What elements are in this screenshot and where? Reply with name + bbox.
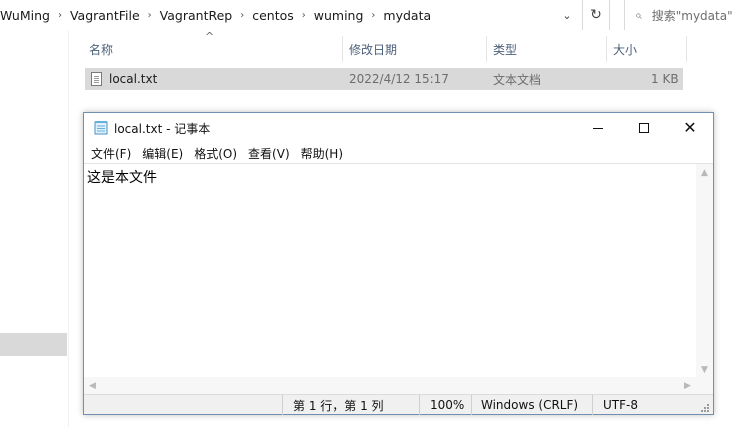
chevron-right-icon[interactable]: › bbox=[365, 10, 381, 21]
scroll-down-icon[interactable]: ▼ bbox=[696, 361, 713, 378]
minimize-icon bbox=[593, 127, 603, 129]
menu-view[interactable]: 查看(V) bbox=[244, 145, 294, 162]
menu-file[interactable]: 文件(F) bbox=[87, 145, 135, 162]
breadcrumb: WuMing › VagrantFile › VagrantRep › cent… bbox=[0, 0, 580, 30]
menu-format[interactable]: 格式(O) bbox=[190, 145, 241, 162]
text-file-icon bbox=[91, 72, 102, 86]
notepad-icon bbox=[94, 121, 108, 135]
notepad-window[interactable]: local.txt - 记事本 ✕ 文件(F) 编辑(E) 格式(O) 查看(V… bbox=[83, 112, 714, 415]
status-line-ending: Windows (CRLF) bbox=[471, 395, 592, 415]
sort-ascending-icon: ^ bbox=[205, 30, 215, 43]
refresh-button[interactable]: ↻ bbox=[582, 0, 610, 30]
breadcrumb-item-vagrantfile[interactable]: VagrantFile bbox=[68, 8, 142, 23]
scroll-up-icon[interactable]: ▲ bbox=[696, 164, 713, 181]
status-zoom: 100% bbox=[419, 395, 471, 415]
breadcrumb-item-wuming[interactable]: WuMing bbox=[0, 8, 52, 23]
column-header-type[interactable]: 类型 bbox=[493, 36, 517, 62]
breadcrumb-item-centos[interactable]: centos bbox=[250, 8, 296, 23]
pane-divider[interactable] bbox=[68, 30, 69, 427]
refresh-icon: ↻ bbox=[590, 7, 602, 23]
file-row[interactable]: local.txt 2022/4/12 15:17 文本文档 1 KB bbox=[85, 68, 683, 90]
status-bar: 第 1 行，第 1 列 100% Windows (CRLF) UTF-8 bbox=[84, 394, 713, 415]
minimize-button[interactable] bbox=[575, 113, 621, 143]
status-encoding: UTF-8 bbox=[592, 395, 700, 415]
search-input[interactable]: ⌕ 搜索"mydata" bbox=[624, 0, 738, 30]
horizontal-scrollbar[interactable]: ◀ ▶ bbox=[84, 377, 696, 394]
address-bar[interactable]: WuMing › VagrantFile › VagrantRep › cent… bbox=[0, 0, 738, 30]
file-modified: 2022/4/12 15:17 bbox=[349, 72, 449, 86]
close-icon: ✕ bbox=[683, 118, 697, 137]
scroll-left-icon[interactable]: ◀ bbox=[84, 377, 101, 394]
column-header-name[interactable]: 名称 bbox=[89, 36, 113, 62]
column-header-modified[interactable]: 修改日期 bbox=[349, 36, 397, 62]
chevron-right-icon[interactable]: › bbox=[234, 10, 250, 21]
menu-edit[interactable]: 编辑(E) bbox=[138, 145, 187, 162]
column-divider[interactable] bbox=[486, 36, 487, 62]
window-title: local.txt - 记事本 bbox=[114, 121, 211, 136]
chevron-right-icon[interactable]: › bbox=[142, 10, 158, 21]
breadcrumb-item-vagrantrep[interactable]: VagrantRep bbox=[158, 8, 235, 23]
column-divider[interactable] bbox=[686, 36, 687, 62]
column-header-size[interactable]: 大小 bbox=[613, 36, 637, 62]
chevron-right-icon[interactable]: › bbox=[52, 10, 68, 21]
vertical-scrollbar[interactable]: ▲ ▼ bbox=[696, 164, 713, 378]
column-divider[interactable] bbox=[342, 36, 343, 62]
column-divider[interactable] bbox=[606, 36, 607, 62]
resize-grip-icon[interactable] bbox=[700, 403, 710, 413]
menu-help[interactable]: 帮助(H) bbox=[297, 145, 347, 162]
menu-bar: 文件(F) 编辑(E) 格式(O) 查看(V) 帮助(H) bbox=[84, 143, 713, 163]
status-cursor-position: 第 1 行，第 1 列 bbox=[282, 395, 419, 415]
breadcrumb-item-wuming-folder[interactable]: wuming bbox=[312, 8, 366, 23]
chevron-down-icon[interactable]: ⌄ bbox=[556, 4, 578, 26]
file-type: 文本文档 bbox=[493, 72, 542, 87]
search-icon: ⌕ bbox=[635, 7, 642, 22]
maximize-button[interactable] bbox=[621, 113, 667, 143]
nav-pane-selected-item[interactable] bbox=[0, 333, 67, 356]
text-editor-area[interactable]: 这是本文件 ▲ ▼ bbox=[84, 163, 713, 378]
editor-content: 这是本文件 bbox=[87, 170, 157, 186]
search-placeholder: 搜索"mydata" bbox=[651, 8, 733, 23]
chevron-right-icon[interactable]: › bbox=[296, 10, 312, 21]
file-name-cell: local.txt bbox=[91, 68, 157, 90]
close-button[interactable]: ✕ bbox=[667, 113, 713, 143]
title-bar[interactable]: local.txt - 记事本 ✕ bbox=[84, 113, 713, 143]
maximize-icon bbox=[639, 123, 649, 133]
file-name: local.txt bbox=[109, 72, 158, 86]
scrollbar-corner bbox=[696, 377, 713, 394]
breadcrumb-item-mydata[interactable]: mydata bbox=[381, 8, 433, 23]
scroll-right-icon[interactable]: ▶ bbox=[679, 377, 696, 394]
file-size: 1 KB bbox=[651, 72, 679, 86]
